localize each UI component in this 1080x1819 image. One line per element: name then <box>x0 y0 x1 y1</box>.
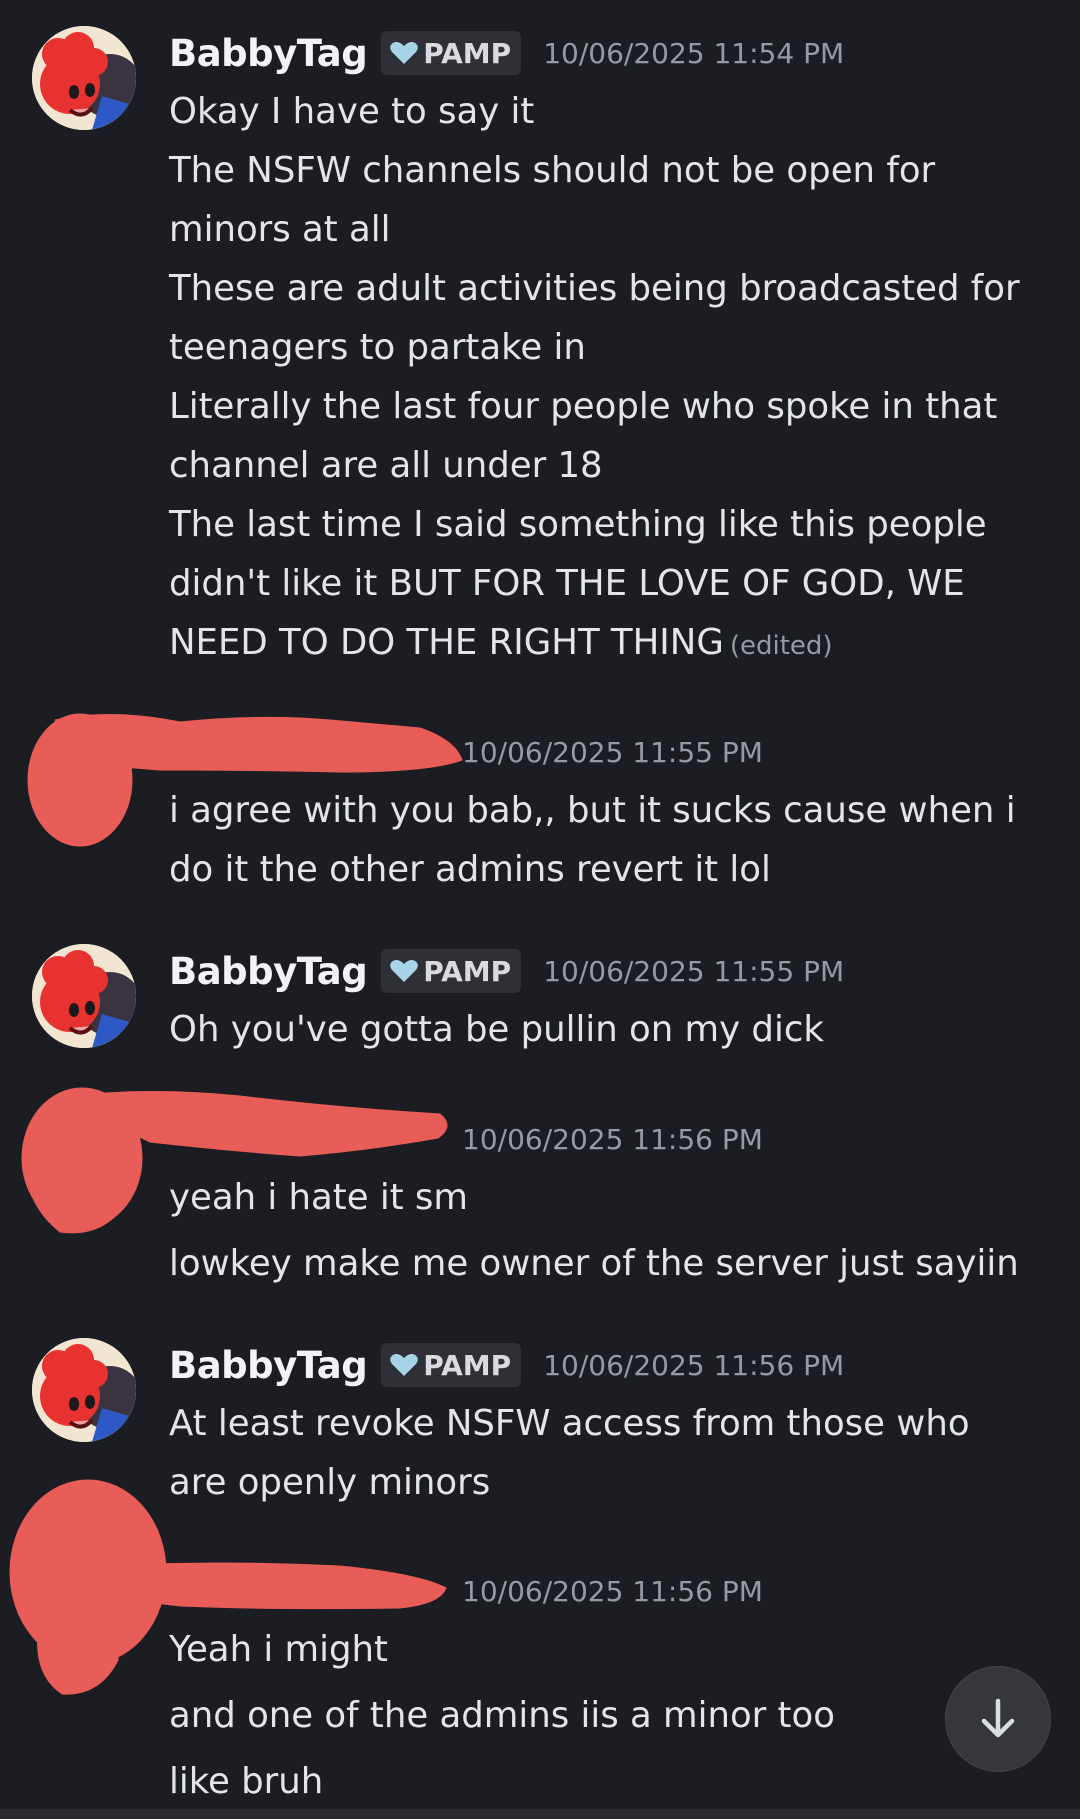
heart-badge-icon <box>390 960 418 982</box>
message-line: At least revoke NSFW access from those w… <box>169 1403 970 1444</box>
message-line: i agree with you bab,, but it sucks caus… <box>169 790 1016 831</box>
message-line: Literally the last four people who spoke… <box>169 386 998 427</box>
message-line: minors at all <box>169 209 391 250</box>
tag-label: PAMP <box>423 36 512 70</box>
message-line: Yeah i might <box>169 1629 388 1670</box>
server-tag[interactable]: PAMP <box>381 31 522 75</box>
message-header: 10/06/2025 11:56 PM <box>169 1562 1062 1620</box>
babbytag-avatar[interactable] <box>32 944 136 1048</box>
timestamp[interactable]: 10/06/2025 11:56 PM <box>462 1575 763 1608</box>
username[interactable]: BabbyTag <box>169 1344 368 1387</box>
message-header: 10/06/2025 11:55 PM <box>169 723 1062 781</box>
message-header: 10/06/2025 11:56 PM <box>169 1110 1062 1168</box>
babbytag-avatar[interactable] <box>32 1338 136 1442</box>
message-line: NEED TO DO THE RIGHT THING (edited) <box>169 613 1062 676</box>
message-line: teenagers to partake in <box>169 327 586 368</box>
heart-badge-icon <box>390 1354 418 1376</box>
edited-label: (edited) <box>729 631 833 661</box>
timestamp[interactable]: 10/06/2025 11:54 PM <box>543 37 844 70</box>
server-tag[interactable]: PAMP <box>381 949 522 993</box>
message-header: BabbyTag PAMP 10/06/2025 11:55 PM <box>169 942 1062 1000</box>
redaction-scribble <box>27 713 133 847</box>
timestamp[interactable]: 10/06/2025 11:56 PM <box>543 1349 844 1382</box>
message-line: The NSFW channels should not be open for <box>169 150 936 191</box>
heart-badge-icon <box>390 42 418 64</box>
message-header: BabbyTag PAMP 10/06/2025 11:56 PM <box>169 1336 1062 1394</box>
scroll-to-bottom-button[interactable] <box>945 1666 1051 1772</box>
tag-label: PAMP <box>423 1348 512 1382</box>
server-tag[interactable]: PAMP <box>381 1343 522 1387</box>
redaction-scribble <box>21 1087 143 1229</box>
username[interactable]: BabbyTag <box>169 32 368 75</box>
message-line: The last time I said something like this… <box>169 504 987 545</box>
message-line: are openly minors <box>169 1462 491 1503</box>
message-text: NEED TO DO THE RIGHT THING <box>169 622 724 663</box>
redaction-scribble <box>37 734 122 843</box>
message-line: lowkey make me owner of the server just … <box>169 1243 1019 1284</box>
redaction-scribble <box>26 1111 130 1234</box>
message-line: Okay I have to say it <box>169 91 535 132</box>
redaction-scribble <box>37 1609 119 1695</box>
babbytag-avatar[interactable] <box>32 26 136 130</box>
message-header: BabbyTag PAMP 10/06/2025 11:54 PM <box>169 24 1062 82</box>
message-line: Oh you've gotta be pullin on my dick <box>169 1009 824 1050</box>
message-line: channel are all under 18 <box>169 445 603 486</box>
arrow-down-icon <box>981 1698 1015 1738</box>
message-line: like bruh <box>169 1761 324 1802</box>
message-line: and one of the admins iis a minor too <box>169 1695 835 1736</box>
tag-label: PAMP <box>423 954 512 988</box>
composer-edge <box>0 1809 1080 1819</box>
redaction-scribble <box>9 1479 167 1665</box>
username[interactable]: BabbyTag <box>169 950 368 993</box>
timestamp[interactable]: 10/06/2025 11:55 PM <box>543 955 844 988</box>
message-line: These are adult activities being broadca… <box>169 268 1020 309</box>
message-line: yeah i hate it sm <box>169 1177 468 1218</box>
message-line: do it the other admins revert it lol <box>169 849 771 890</box>
message-line: didn't like it BUT FOR THE LOVE OF GOD, … <box>169 563 965 604</box>
timestamp[interactable]: 10/06/2025 11:56 PM <box>462 1123 763 1156</box>
timestamp[interactable]: 10/06/2025 11:55 PM <box>462 736 763 769</box>
